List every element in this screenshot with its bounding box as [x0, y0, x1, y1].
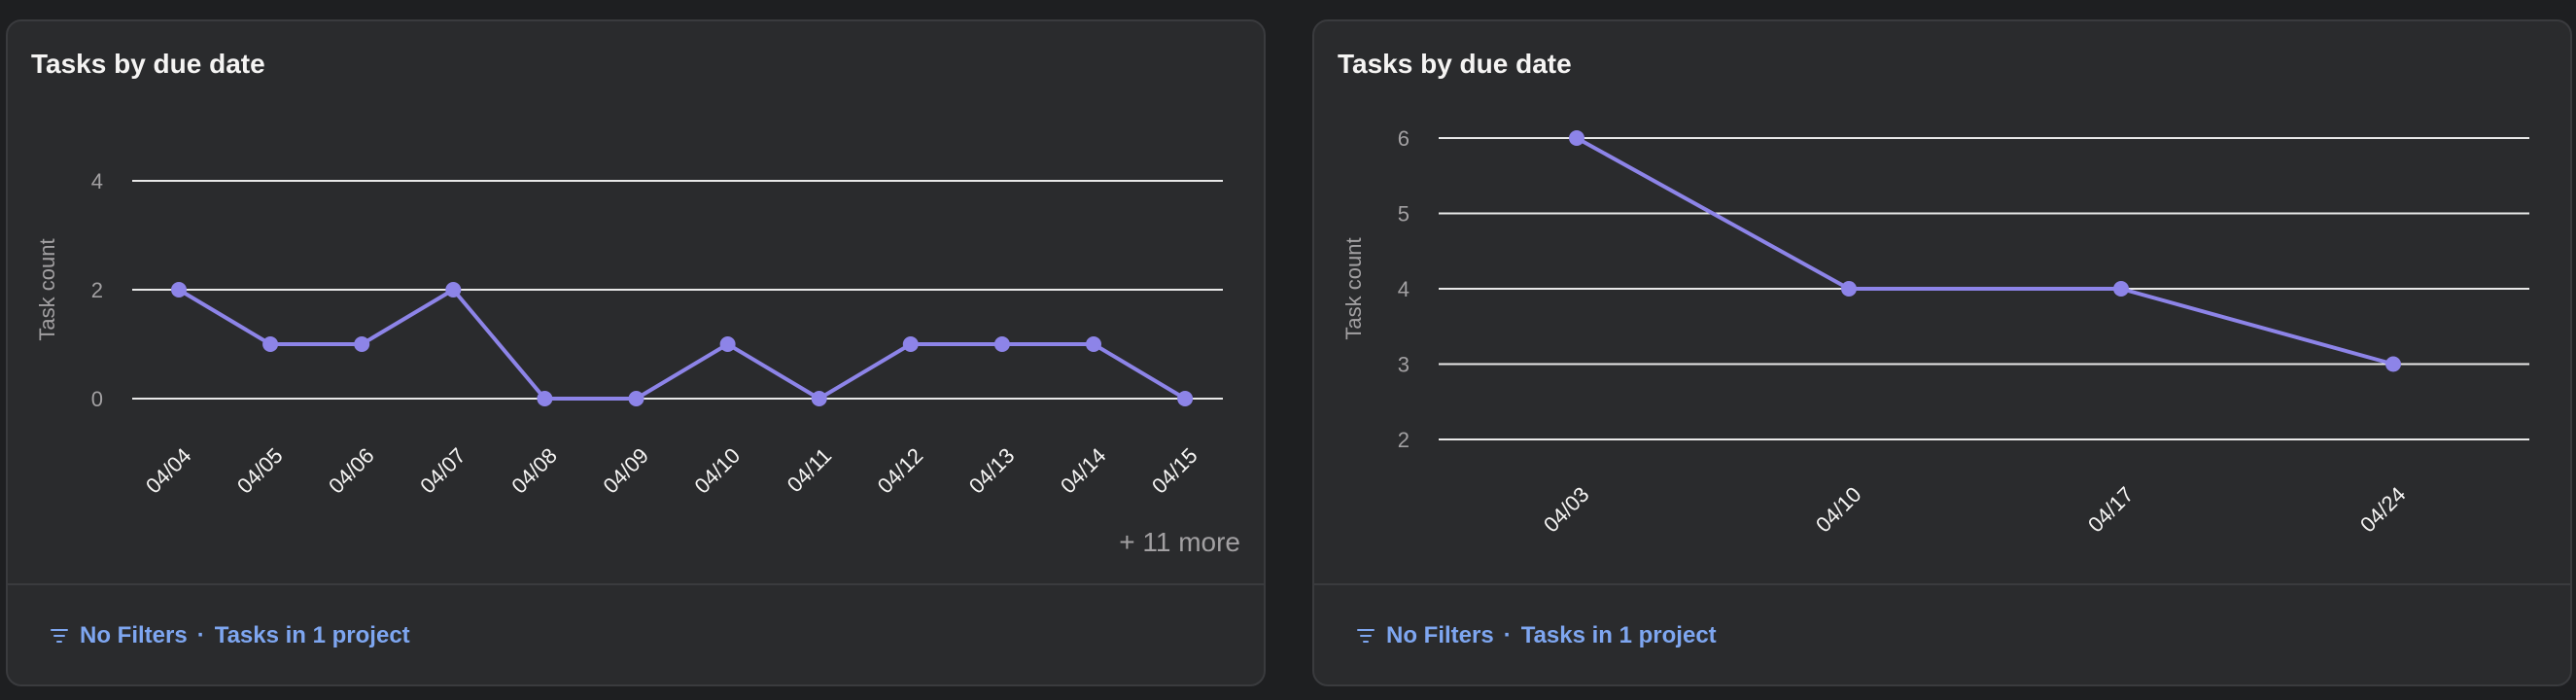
data-point	[1841, 281, 1857, 297]
y-tick-label: 5	[1398, 202, 1410, 227]
x-tick-label: 04/17	[2083, 482, 2139, 538]
data-point	[1569, 130, 1584, 146]
project-scope-link[interactable]: Tasks in 1 project	[215, 622, 410, 649]
more-categories-link[interactable]: + 11 more	[1119, 527, 1240, 558]
data-point	[993, 336, 1010, 352]
line-chart-1: 0 2 4 Task count 04/04 04/05 04/06 04/07 04/08 04…	[35, 169, 1223, 499]
line-chart-2: 2 3 4 5 6 Task count 04/03 04/10 04/17 04/24	[1341, 126, 2529, 538]
data-point	[1177, 391, 1194, 406]
data-point	[445, 282, 462, 298]
data-point	[171, 282, 187, 298]
x-tick-label: 04/13	[964, 443, 1020, 499]
x-tick-label: 04/12	[873, 443, 928, 499]
card-divider	[1314, 583, 2570, 585]
x-tick-label: 04/24	[2355, 482, 2411, 538]
chart-card-2: Tasks by due date 2 3 4 5 6 Task count 04/03 04…	[1312, 19, 2572, 686]
project-scope-link[interactable]: Tasks in 1 project	[1521, 622, 1717, 649]
data-point	[811, 391, 827, 406]
series-line	[177, 288, 1187, 401]
y-tick-label: 2	[1398, 428, 1410, 452]
data-point	[262, 336, 279, 352]
x-tick-label: 04/15	[1147, 443, 1202, 499]
series-line	[1576, 136, 2394, 367]
x-tick-label: 04/11	[783, 443, 836, 497]
data-point	[1086, 336, 1101, 352]
x-tick-label: 04/10	[690, 443, 746, 499]
y-tick-label: 6	[1398, 126, 1410, 151]
x-tick-label: 04/09	[598, 443, 653, 499]
x-tick-label: 04/08	[506, 443, 562, 499]
data-point	[2385, 356, 2401, 372]
y-tick-label: 2	[91, 278, 103, 302]
y-axis-label: Task count	[1341, 237, 1366, 339]
data-point	[719, 336, 736, 352]
card-footer: No Filters · Tasks in 1 project	[1355, 622, 1717, 649]
x-tick-label: 04/07	[415, 443, 470, 499]
x-tick-label: 04/05	[232, 443, 288, 499]
footer-separator: ·	[1503, 622, 1512, 648]
data-point	[2113, 281, 2129, 297]
y-tick-label: 4	[91, 169, 103, 193]
data-point	[628, 391, 644, 406]
y-tick-label: 4	[1398, 277, 1410, 301]
y-tick-label: 0	[91, 387, 103, 411]
card-divider	[8, 583, 1264, 585]
x-tick-label: 04/10	[1811, 482, 1866, 538]
no-filters-link[interactable]: No Filters	[80, 622, 188, 649]
data-point	[902, 336, 919, 352]
y-tick-label: 3	[1398, 353, 1410, 377]
y-axis-label: Task count	[35, 238, 59, 340]
filter-icon	[49, 625, 70, 647]
no-filters-link[interactable]: No Filters	[1386, 622, 1494, 649]
footer-separator: ·	[196, 622, 205, 648]
x-tick-label: 04/04	[141, 443, 196, 499]
x-tick-label: 04/03	[1539, 482, 1594, 538]
chart-card-1: Tasks by due date 0 2 4 Task count 04/04 04/0…	[6, 19, 1266, 686]
filter-icon	[1355, 625, 1376, 647]
x-tick-label: 04/06	[324, 443, 379, 499]
card-footer: No Filters · Tasks in 1 project	[49, 622, 410, 649]
data-point	[354, 336, 370, 352]
x-tick-label: 04/14	[1056, 443, 1111, 499]
data-point	[537, 391, 553, 406]
